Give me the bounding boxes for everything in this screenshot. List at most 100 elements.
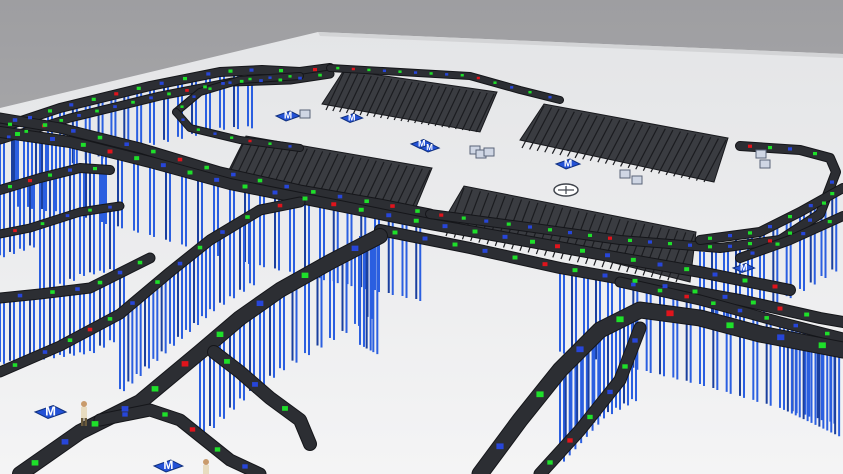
tray-carrier bbox=[536, 391, 544, 398]
tray-carrier bbox=[602, 273, 608, 278]
tray-carrier bbox=[177, 261, 183, 266]
tray-carrier bbox=[114, 92, 119, 96]
tray-carrier bbox=[607, 236, 613, 240]
tray-carrier bbox=[337, 194, 343, 199]
tray-carrier bbox=[298, 76, 302, 80]
tray-carrier bbox=[162, 412, 168, 417]
tray-carrier bbox=[476, 76, 480, 80]
tray-carrier bbox=[203, 85, 207, 89]
tray-carrier bbox=[750, 300, 756, 305]
tray-carrier bbox=[181, 118, 185, 121]
tray-carrier bbox=[206, 72, 211, 76]
tray-carrier bbox=[318, 73, 322, 77]
tray-carrier bbox=[259, 79, 263, 83]
svg-text:M: M bbox=[284, 111, 292, 122]
tray-carrier bbox=[177, 157, 183, 162]
equipment-box bbox=[759, 159, 771, 169]
tray-carrier bbox=[662, 284, 668, 289]
tray-carrier bbox=[351, 67, 355, 71]
tray-carrier bbox=[252, 382, 258, 387]
tray-carrier bbox=[439, 213, 444, 217]
turntable-icon bbox=[553, 183, 579, 197]
tray-carrier bbox=[807, 218, 813, 222]
tray-carrier bbox=[231, 172, 236, 177]
tray-carrier bbox=[707, 245, 713, 249]
tray-carrier bbox=[185, 88, 189, 92]
tray-carrier bbox=[580, 248, 585, 253]
tray-carrier bbox=[622, 364, 628, 369]
tray-carrier bbox=[684, 294, 689, 299]
tray-carrier bbox=[555, 244, 560, 249]
tray-carrier bbox=[777, 334, 785, 341]
svg-text:M: M bbox=[163, 458, 173, 472]
tray-carrier bbox=[711, 301, 716, 306]
tray-carrier bbox=[71, 129, 76, 133]
tray-carrier bbox=[47, 109, 53, 113]
tray-carrier bbox=[277, 203, 283, 208]
tray-carrier bbox=[727, 233, 733, 238]
tray-carrier bbox=[587, 233, 593, 238]
tray-carrier bbox=[272, 190, 278, 195]
equipment-box bbox=[299, 109, 311, 119]
tray-carrier bbox=[632, 338, 638, 343]
tray-carrier bbox=[278, 78, 283, 82]
tray-carrier bbox=[7, 184, 13, 189]
tray-carrier bbox=[392, 230, 398, 235]
tray-carrier bbox=[472, 229, 478, 234]
tray-carrier bbox=[712, 272, 718, 277]
tray-carrier bbox=[777, 306, 783, 311]
tray-carrier bbox=[547, 228, 553, 232]
tray-carrier bbox=[108, 205, 112, 209]
tray-carrier bbox=[24, 129, 29, 133]
tray-carrier bbox=[512, 255, 518, 260]
tray-carrier bbox=[137, 260, 143, 265]
tray-carrier bbox=[151, 149, 156, 154]
tray-carrier bbox=[415, 209, 420, 213]
tray-carrier bbox=[422, 236, 428, 241]
equipment-box bbox=[631, 175, 643, 185]
tray-carrier bbox=[187, 170, 193, 175]
tray-carrier bbox=[576, 346, 584, 353]
tray-carrier bbox=[6, 135, 11, 139]
tray-carrier bbox=[288, 75, 292, 78]
tray-carrier bbox=[151, 386, 159, 392]
tray-carrier bbox=[249, 68, 254, 72]
tray-carrier bbox=[124, 142, 129, 147]
tray-carrier bbox=[737, 308, 743, 313]
tray-carrier bbox=[88, 208, 92, 212]
tray-carrier bbox=[818, 342, 826, 349]
tray-carrier bbox=[134, 156, 140, 161]
tray-carrier bbox=[804, 312, 810, 317]
tray-carrier bbox=[214, 447, 221, 452]
tray-carrier bbox=[130, 301, 135, 305]
tray-carrier bbox=[220, 230, 225, 234]
tray-carrier bbox=[242, 184, 248, 189]
tray-carrier bbox=[196, 128, 200, 131]
tray-carrier bbox=[67, 338, 73, 343]
tray-carrier bbox=[484, 219, 489, 223]
equipment-box bbox=[619, 169, 631, 179]
tray-carrier bbox=[666, 310, 674, 317]
tray-carrier bbox=[67, 168, 73, 172]
tray-carrier bbox=[413, 71, 418, 74]
tray-carrier bbox=[722, 294, 728, 299]
tray-carrier bbox=[542, 262, 548, 267]
tray-carrier bbox=[548, 95, 552, 99]
tray-carrier bbox=[605, 253, 610, 258]
tray-carrier bbox=[787, 214, 793, 219]
tray-carrier bbox=[692, 289, 698, 294]
baggage-sorter-3d-scene: M MMMMMMM bbox=[0, 0, 843, 474]
tray-carrier bbox=[742, 278, 748, 283]
tray-carrier bbox=[821, 201, 827, 205]
tray-carrier bbox=[12, 363, 18, 367]
tray-carrier bbox=[657, 288, 663, 293]
tray-carrier bbox=[107, 317, 113, 321]
tray-carrier bbox=[15, 132, 20, 136]
tray-carrier bbox=[239, 79, 244, 83]
tray-carrier bbox=[95, 109, 99, 113]
tray-carrier bbox=[630, 257, 636, 262]
svg-text:M: M bbox=[348, 112, 356, 122]
tray-carrier bbox=[208, 87, 212, 90]
operator-figure-icon bbox=[203, 459, 209, 474]
tray-carrier bbox=[767, 239, 773, 243]
